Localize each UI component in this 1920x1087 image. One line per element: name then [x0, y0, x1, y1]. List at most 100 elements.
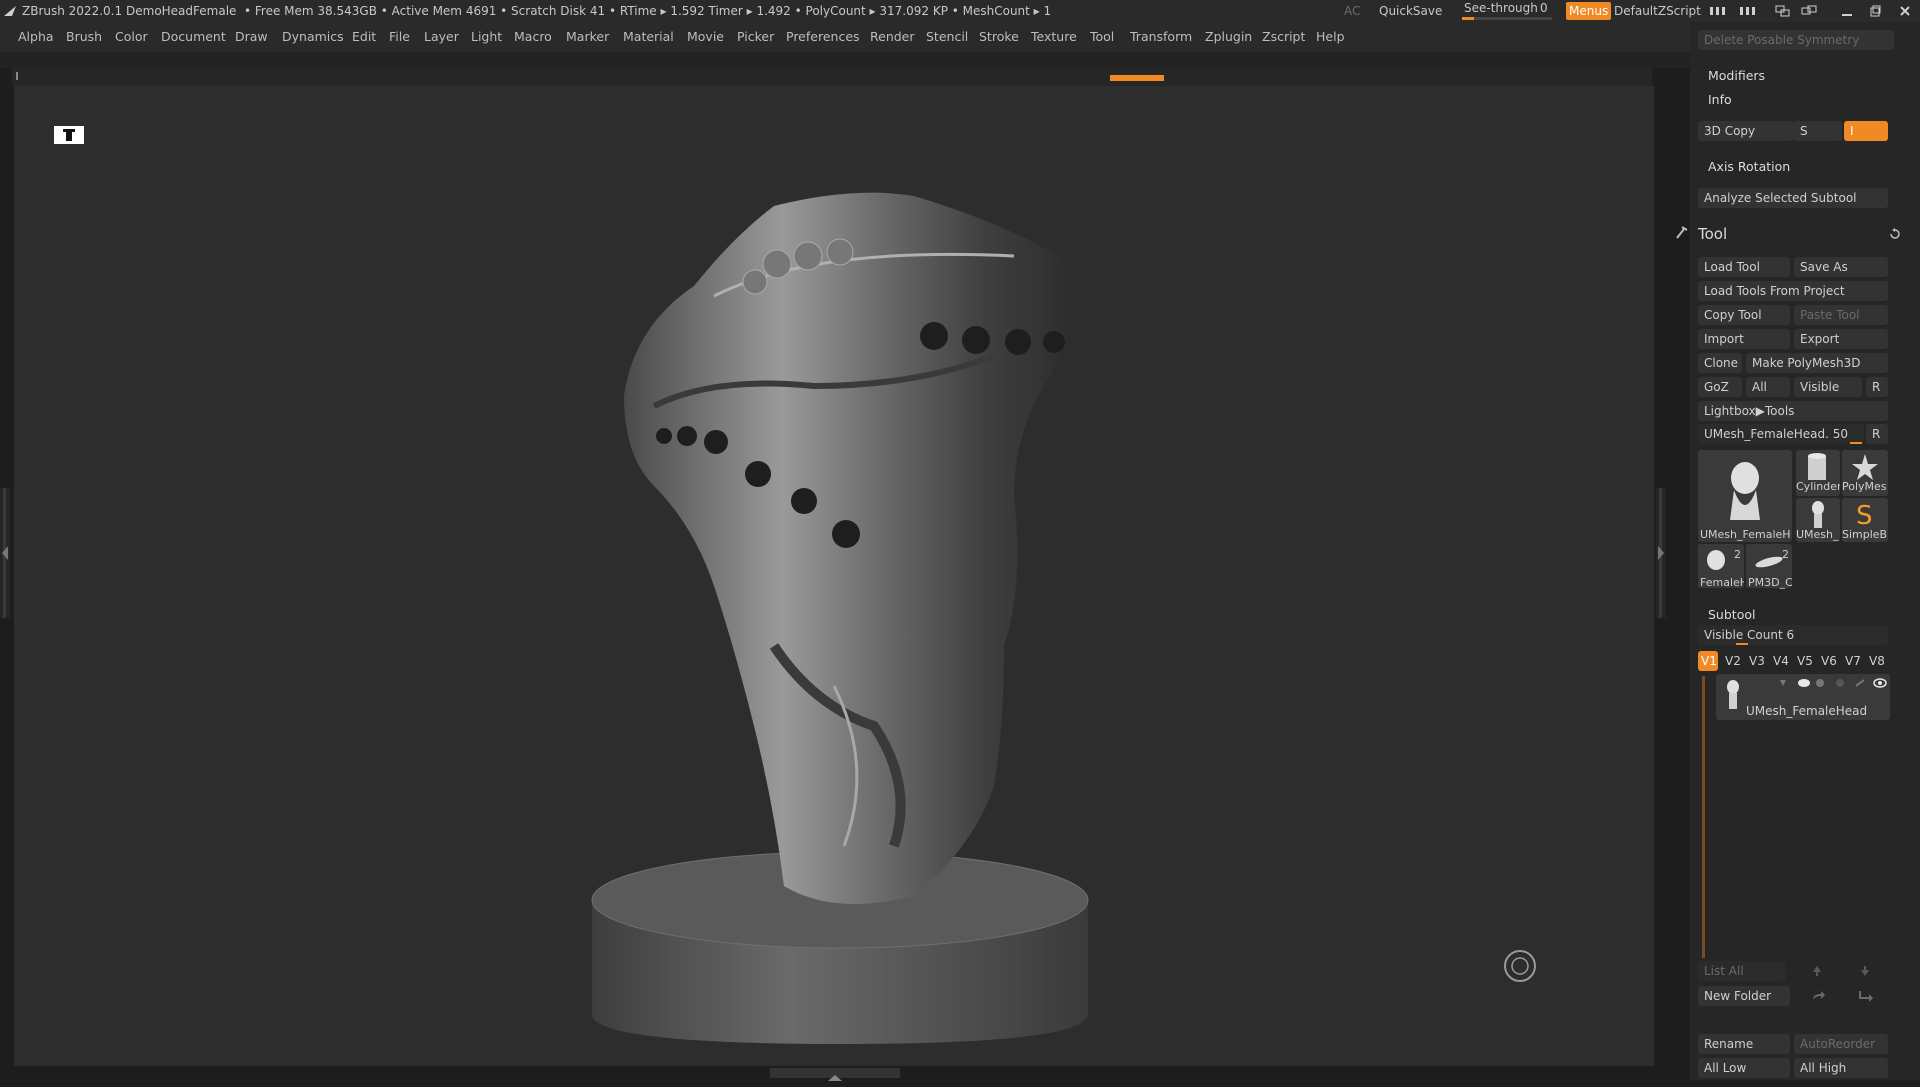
navigation-gizmo-icon[interactable] [1502, 948, 1538, 984]
menu-color[interactable]: Color [115, 29, 148, 44]
3d-copy-button[interactable]: 3D Copy [1698, 121, 1794, 141]
all-low-button[interactable]: All Low [1698, 1058, 1790, 1078]
goz-all-button[interactable]: All [1746, 377, 1790, 397]
menu-file[interactable]: File [389, 29, 410, 44]
windows-icon[interactable] [1774, 4, 1792, 18]
top-shelf[interactable] [12, 68, 1652, 86]
menu-tool[interactable]: Tool [1090, 29, 1114, 44]
canvas-viewport[interactable] [14, 86, 1654, 1066]
zbrush-logo-icon [4, 6, 16, 16]
analyze-subtool-button[interactable]: Analyze Selected Subtool [1698, 188, 1888, 208]
restore-icon[interactable] [1868, 4, 1882, 18]
subtool-list-item[interactable]: UMesh_FemaleHead [1716, 674, 1890, 720]
lightbox-tools-button[interactable]: Lightbox▶Tools [1698, 401, 1888, 421]
default-zscript[interactable]: DefaultZScript [1614, 0, 1701, 22]
make-polymesh3d-button[interactable]: Make PolyMesh3D [1746, 353, 1888, 373]
subtool-tab-v8[interactable]: V8 [1866, 651, 1888, 671]
menu-macro[interactable]: Macro [514, 29, 552, 44]
bottom-tray-handle[interactable] [770, 1068, 900, 1081]
delete-posable-symmetry-button[interactable]: Delete Posable Symmetry [1698, 30, 1894, 50]
menu-help[interactable]: Help [1316, 29, 1345, 44]
subtool-toggles-icon[interactable] [1776, 676, 1888, 690]
menu-draw[interactable]: Draw [235, 29, 268, 44]
floating-windows-icon[interactable] [1800, 4, 1818, 18]
menu-marker[interactable]: Marker [566, 29, 609, 44]
menu-brush[interactable]: Brush [66, 29, 102, 44]
move-into-folder-icon[interactable] [1810, 989, 1826, 1003]
sculpt-model[interactable] [14, 86, 1654, 1066]
copy-tool-button[interactable]: Copy Tool [1698, 305, 1790, 325]
menu-stencil[interactable]: Stencil [926, 29, 968, 44]
save-as-button[interactable]: Save As [1794, 257, 1888, 277]
menu-dynamics[interactable]: Dynamics [282, 29, 344, 44]
thumb-umesh-small-label: UMesh_ [1796, 528, 1839, 541]
menu-render[interactable]: Render [870, 29, 915, 44]
subtool-tab-v6[interactable]: V6 [1818, 651, 1840, 671]
load-tool-button[interactable]: Load Tool [1698, 257, 1790, 277]
seethrough-slider[interactable] [1462, 17, 1552, 20]
subtool-list-scrollbar[interactable] [1702, 676, 1705, 958]
shelf-scroll-indicator[interactable] [1110, 75, 1164, 81]
tool-palette-title[interactable]: Tool [1698, 225, 1727, 243]
quicksave-button[interactable]: QuickSave [1379, 0, 1442, 22]
subtool-header[interactable]: Subtool [1708, 607, 1755, 622]
info-header[interactable]: Info [1708, 92, 1732, 107]
minimize-icon[interactable] [1840, 4, 1854, 18]
menu-alpha[interactable]: Alpha [18, 29, 54, 44]
move-out-folder-icon[interactable] [1858, 989, 1874, 1003]
paste-tool-button[interactable]: Paste Tool [1794, 305, 1888, 325]
current-tool-slider[interactable]: UMesh_FemaleHead. 50 [1698, 424, 1864, 444]
subtool-tab-v2[interactable]: V2 [1722, 651, 1744, 671]
new-folder-button[interactable]: New Folder [1698, 986, 1790, 1006]
shelf-marker [16, 72, 18, 80]
menu-bar: Alpha Brush Color Document Draw Dynamics… [0, 22, 1690, 52]
menu-layer[interactable]: Layer [424, 29, 459, 44]
current-tool-r-button[interactable]: R [1866, 424, 1888, 444]
menus-button[interactable]: Menus [1566, 2, 1612, 20]
right-tray-handle[interactable] [1656, 488, 1666, 618]
layout-next-icon[interactable] [1738, 5, 1762, 17]
list-all-button[interactable]: List All [1698, 961, 1786, 981]
subtool-tab-v4[interactable]: V4 [1770, 651, 1792, 671]
visible-count-slider[interactable]: Visible Count 6 [1698, 625, 1888, 645]
goz-button[interactable]: GoZ [1698, 377, 1742, 397]
menu-light[interactable]: Light [471, 29, 502, 44]
reset-icon[interactable] [1888, 227, 1902, 241]
axis-rotation-header[interactable]: Axis Rotation [1708, 159, 1790, 174]
ac-label[interactable]: AC [1344, 0, 1360, 22]
menu-zscript[interactable]: Zscript [1262, 29, 1305, 44]
close-icon[interactable] [1898, 4, 1912, 18]
export-button[interactable]: Export [1794, 329, 1888, 349]
menu-document[interactable]: Document [161, 29, 226, 44]
all-high-button[interactable]: All High [1794, 1058, 1888, 1078]
subtool-tab-v7[interactable]: V7 [1842, 651, 1864, 671]
menu-material[interactable]: Material [623, 29, 674, 44]
modifiers-header[interactable]: Modifiers [1708, 68, 1765, 83]
menu-movie[interactable]: Movie [687, 29, 724, 44]
menu-preferences[interactable]: Preferences [786, 29, 860, 44]
move-up-icon[interactable] [1810, 964, 1824, 978]
autoreorder-button[interactable]: AutoReorder [1794, 1034, 1888, 1054]
thumb-simplebrush-label: SimpleB [1842, 528, 1888, 541]
rename-button[interactable]: Rename [1698, 1034, 1790, 1054]
subtool-tab-v1[interactable]: V1 [1698, 651, 1718, 671]
left-tray-handle[interactable] [0, 488, 10, 618]
subtool-tab-v3[interactable]: V3 [1746, 651, 1768, 671]
goz-visible-button[interactable]: Visible [1794, 377, 1862, 397]
menu-texture[interactable]: Texture [1031, 29, 1077, 44]
load-tools-from-project-button[interactable]: Load Tools From Project [1698, 281, 1888, 301]
menu-transform[interactable]: Transform [1130, 29, 1192, 44]
move-down-icon[interactable] [1858, 964, 1872, 978]
menu-stroke[interactable]: Stroke [979, 29, 1019, 44]
menu-edit[interactable]: Edit [352, 29, 376, 44]
clone-button[interactable]: Clone [1698, 353, 1742, 373]
i-button[interactable]: I [1844, 121, 1888, 141]
subtool-tab-v5[interactable]: V5 [1794, 651, 1816, 671]
title-bar: ZBrush 2022.0.1 DemoHeadFemale • Free Me… [0, 0, 1920, 22]
s-button[interactable]: S [1794, 121, 1842, 141]
goz-r-button[interactable]: R [1866, 377, 1888, 397]
menu-picker[interactable]: Picker [737, 29, 774, 44]
menu-zplugin[interactable]: Zplugin [1205, 29, 1252, 44]
import-button[interactable]: Import [1698, 329, 1790, 349]
layout-prev-icon[interactable] [1708, 5, 1732, 17]
